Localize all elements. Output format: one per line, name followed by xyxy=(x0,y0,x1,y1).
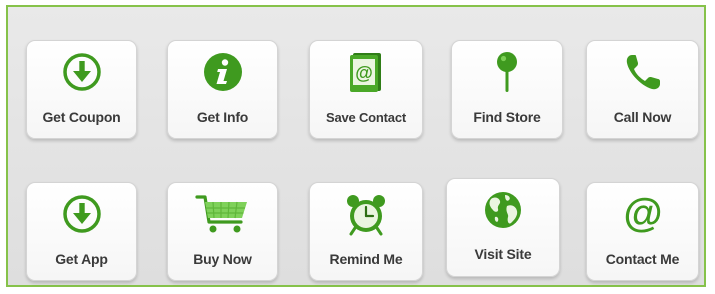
download-circle-icon xyxy=(27,51,136,93)
svg-text:@: @ xyxy=(623,193,662,235)
visit-site-button[interactable]: Visit Site xyxy=(446,178,560,277)
remind-me-button[interactable]: Remind Me xyxy=(309,182,423,281)
buy-now-label: Buy Now xyxy=(193,251,252,267)
find-store-button[interactable]: Find Store xyxy=(451,40,563,139)
info-icon xyxy=(168,51,277,93)
call-now-label: Call Now xyxy=(613,109,672,125)
get-coupon-label: Get Coupon xyxy=(42,109,121,125)
map-pin-icon xyxy=(452,51,562,93)
globe-icon xyxy=(447,189,559,231)
address-book-icon: @ xyxy=(310,51,422,93)
find-store-label: Find Store xyxy=(473,109,541,125)
get-coupon-button[interactable]: Get Coupon xyxy=(26,40,137,139)
alarm-clock-icon xyxy=(310,193,422,236)
phone-icon xyxy=(587,51,698,93)
save-contact-label: Save Contact xyxy=(326,110,406,125)
save-contact-button[interactable]: @ Save Contact xyxy=(309,40,423,139)
svg-text:@: @ xyxy=(355,63,373,83)
button-panel: Get Coupon Get Info @ Save Contact Find … xyxy=(6,5,706,287)
download-circle-icon xyxy=(27,193,136,235)
get-info-button[interactable]: Get Info xyxy=(167,40,278,139)
contact-me-button[interactable]: @ Contact Me xyxy=(586,182,699,281)
get-info-label: Get Info xyxy=(196,109,249,125)
buy-now-button[interactable]: Buy Now xyxy=(167,182,278,281)
visit-site-label: Visit Site xyxy=(474,246,532,262)
get-app-button[interactable]: Get App xyxy=(26,182,137,281)
call-now-button[interactable]: Call Now xyxy=(586,40,699,139)
contact-me-label: Contact Me xyxy=(605,251,680,267)
remind-me-label: Remind Me xyxy=(329,251,403,267)
at-sign-icon: @ xyxy=(587,193,698,235)
get-app-label: Get App xyxy=(55,251,108,267)
shopping-cart-icon xyxy=(168,193,277,235)
